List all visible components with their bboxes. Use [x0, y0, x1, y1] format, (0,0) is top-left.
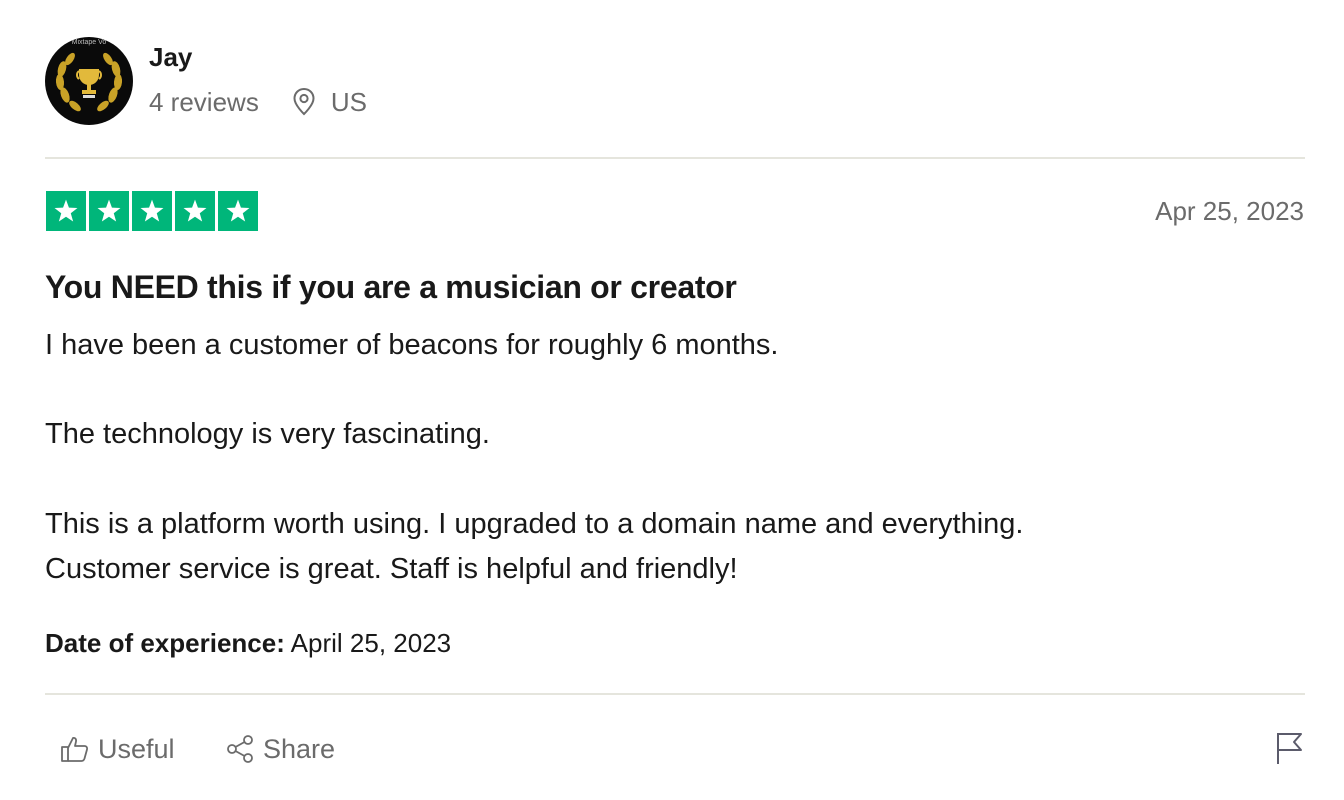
- star-icon: [175, 191, 215, 231]
- experience-date: April 25, 2023: [290, 628, 452, 658]
- header-divider: [45, 157, 1305, 159]
- review-date: Apr 25, 2023: [1155, 196, 1304, 226]
- date-of-experience: Date of experience: April 25, 2023: [45, 628, 451, 658]
- review-title[interactable]: You NEED this if you are a musician or c…: [45, 268, 737, 306]
- review-body-line: This is a platform worth using. I upgrad…: [45, 508, 1024, 540]
- report-flag-icon[interactable]: [1272, 730, 1306, 766]
- review-body-line: Customer service is great. Staff is help…: [45, 553, 738, 585]
- share-label: Share: [263, 733, 336, 764]
- reviewer-name[interactable]: Jay: [149, 42, 192, 72]
- reviewer-avatar[interactable]: Mixtape Vo: [45, 37, 133, 125]
- thumbs-up-icon: [61, 737, 89, 762]
- star-icon: [218, 191, 258, 231]
- star-icon: [89, 191, 129, 231]
- star-icon: [46, 191, 86, 231]
- experience-label: Date of experience:: [45, 628, 285, 658]
- reviews-count: 4 reviews: [149, 86, 259, 117]
- reviewer-location: US: [330, 86, 367, 117]
- share-icon: [227, 735, 253, 763]
- useful-button[interactable]: Useful: [60, 732, 175, 766]
- footer-divider: [45, 693, 1305, 695]
- review-body-line: The technology is very fascinating.: [45, 418, 490, 450]
- review-body-line: I have been a customer of beacons for ro…: [45, 329, 779, 361]
- star-icon: [132, 191, 172, 231]
- trophy-laurel-icon: [55, 52, 123, 112]
- useful-label: Useful: [98, 733, 175, 764]
- location-pin-icon: [293, 87, 315, 116]
- star-rating: [46, 191, 258, 231]
- share-button[interactable]: Share: [225, 732, 335, 766]
- reviewer-meta: 4 reviews US: [149, 86, 367, 118]
- avatar-text: Mixtape Vo: [71, 39, 107, 46]
